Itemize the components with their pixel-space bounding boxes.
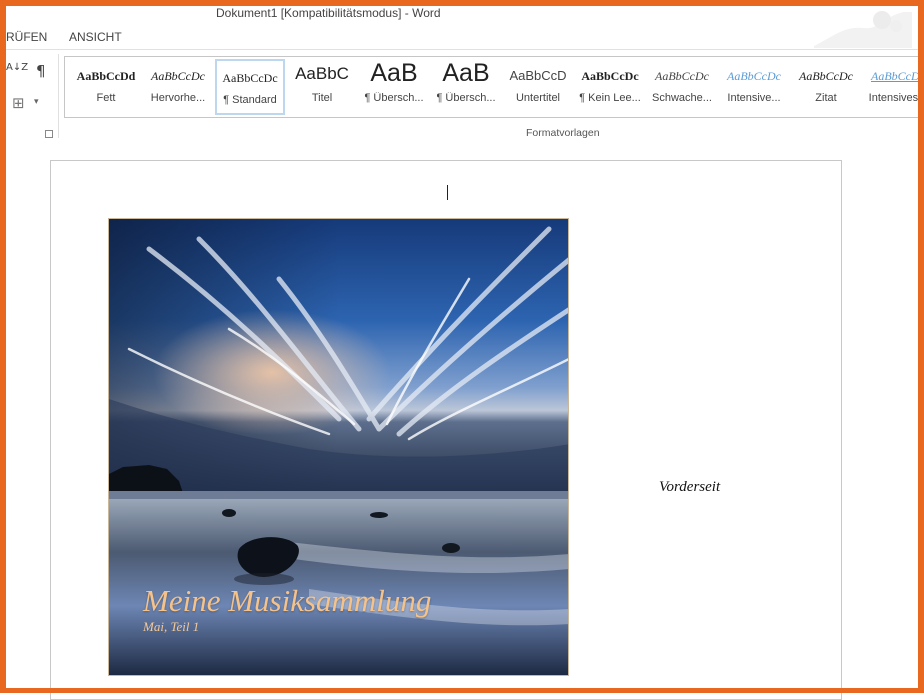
style-ueberschrift-1[interactable]: AaB ¶ Übersch... (359, 59, 429, 115)
text-cursor (447, 185, 448, 200)
style-label: Schwache... (652, 92, 712, 104)
cover-subtitle: Mai, Teil 1 (143, 619, 200, 634)
style-sample: AaBbCcDd (76, 69, 136, 83)
document-page[interactable]: Meine Musiksammlung Mai, Teil 1 Vorderse… (50, 160, 842, 700)
style-sample: AaB (370, 59, 418, 87)
style-kein-leerraum[interactable]: AaBbCcDc ¶ Kein Lee... (575, 59, 645, 115)
show-formatting-icon[interactable]: ¶ (36, 62, 46, 80)
document-workspace: Meine Musiksammlung Mai, Teil 1 Vorderse… (6, 143, 918, 700)
group-separator (58, 54, 59, 138)
style-sample: AaBbCcDc (222, 71, 278, 85)
style-sample: AaBbCcDc (655, 69, 709, 83)
style-titel[interactable]: AaBbC Titel (287, 59, 357, 115)
cover-image[interactable]: Meine Musiksammlung Mai, Teil 1 (108, 218, 569, 676)
style-ueberschrift-2[interactable]: AaB ¶ Übersch... (431, 59, 501, 115)
cover-title: Meine Musiksammlung (143, 583, 432, 618)
style-label: Fett (96, 92, 116, 104)
style-label: ¶ Kein Lee... (579, 92, 641, 104)
style-label: Zitat (815, 92, 837, 104)
style-sample: AaBbCcD (509, 68, 567, 83)
styles-gallery: AaBbCcDd Fett AaBbCcDc Hervorhe... AaBbC… (64, 56, 924, 118)
style-sample: AaBbCcDc (799, 69, 853, 83)
tab-ansicht[interactable]: ANSICHT (69, 30, 122, 44)
style-label: Hervorhe... (150, 92, 206, 104)
paragraph-group: A↓Z ¶ ⊞ ▾ (6, 50, 58, 142)
style-label: ¶ Übersch... (436, 92, 496, 104)
dialog-launcher-icon[interactable] (45, 130, 53, 138)
style-hervorhebung[interactable]: AaBbCcDc Hervorhe... (143, 59, 213, 115)
sort-icon[interactable]: A↓Z (6, 62, 28, 73)
window-title: Dokument1 [Kompatibilitätsmodus] - Word (216, 6, 441, 20)
style-label: ¶ Standard (223, 94, 277, 106)
title-bar: Dokument1 [Kompatibilitätsmodus] - Word (6, 6, 918, 48)
style-intensive-hervorhebung[interactable]: AaBbCcDc Intensive... (719, 59, 789, 115)
style-label: Untertitel (515, 92, 561, 104)
style-intensives-zitat[interactable]: AaBbCcDc Intensives... (863, 59, 924, 115)
style-sample: AaBbCcDc (151, 69, 205, 83)
ribbon: A↓Z ¶ ⊞ ▾ AaBbCcDd Fett AaBbCcDc Hervorh… (6, 49, 924, 144)
borders-icon[interactable]: ⊞ (12, 94, 25, 112)
style-sample: AaBbCcDc (727, 69, 781, 83)
side-text: Vorderseit (659, 479, 721, 495)
style-standard[interactable]: AaBbCcDc ¶ Standard (215, 59, 285, 115)
styles-group-label: Formatvorlagen (526, 127, 600, 139)
style-zitat[interactable]: AaBbCcDc Zitat (791, 59, 861, 115)
style-sample: AaB (442, 59, 490, 87)
style-schwache-hervorhebung[interactable]: AaBbCcDc Schwache... (647, 59, 717, 115)
tab-ueberpruefen[interactable]: RÜFEN (6, 30, 47, 44)
style-sample: AaBbC (295, 65, 349, 83)
ribbon-tabs: RÜFEN ANSICHT (6, 27, 918, 49)
style-fett[interactable]: AaBbCcDd Fett (71, 59, 141, 115)
style-sample: AaBbCcDc (871, 69, 924, 83)
borders-dropdown-icon[interactable]: ▾ (34, 97, 39, 107)
style-label: Intensive... (727, 92, 781, 104)
style-label: ¶ Übersch... (364, 92, 424, 104)
style-label: Intensives... (868, 92, 924, 104)
style-untertitel[interactable]: AaBbCcD Untertitel (503, 59, 573, 115)
style-label: Titel (311, 92, 333, 104)
style-sample: AaBbCcDc (581, 69, 639, 83)
